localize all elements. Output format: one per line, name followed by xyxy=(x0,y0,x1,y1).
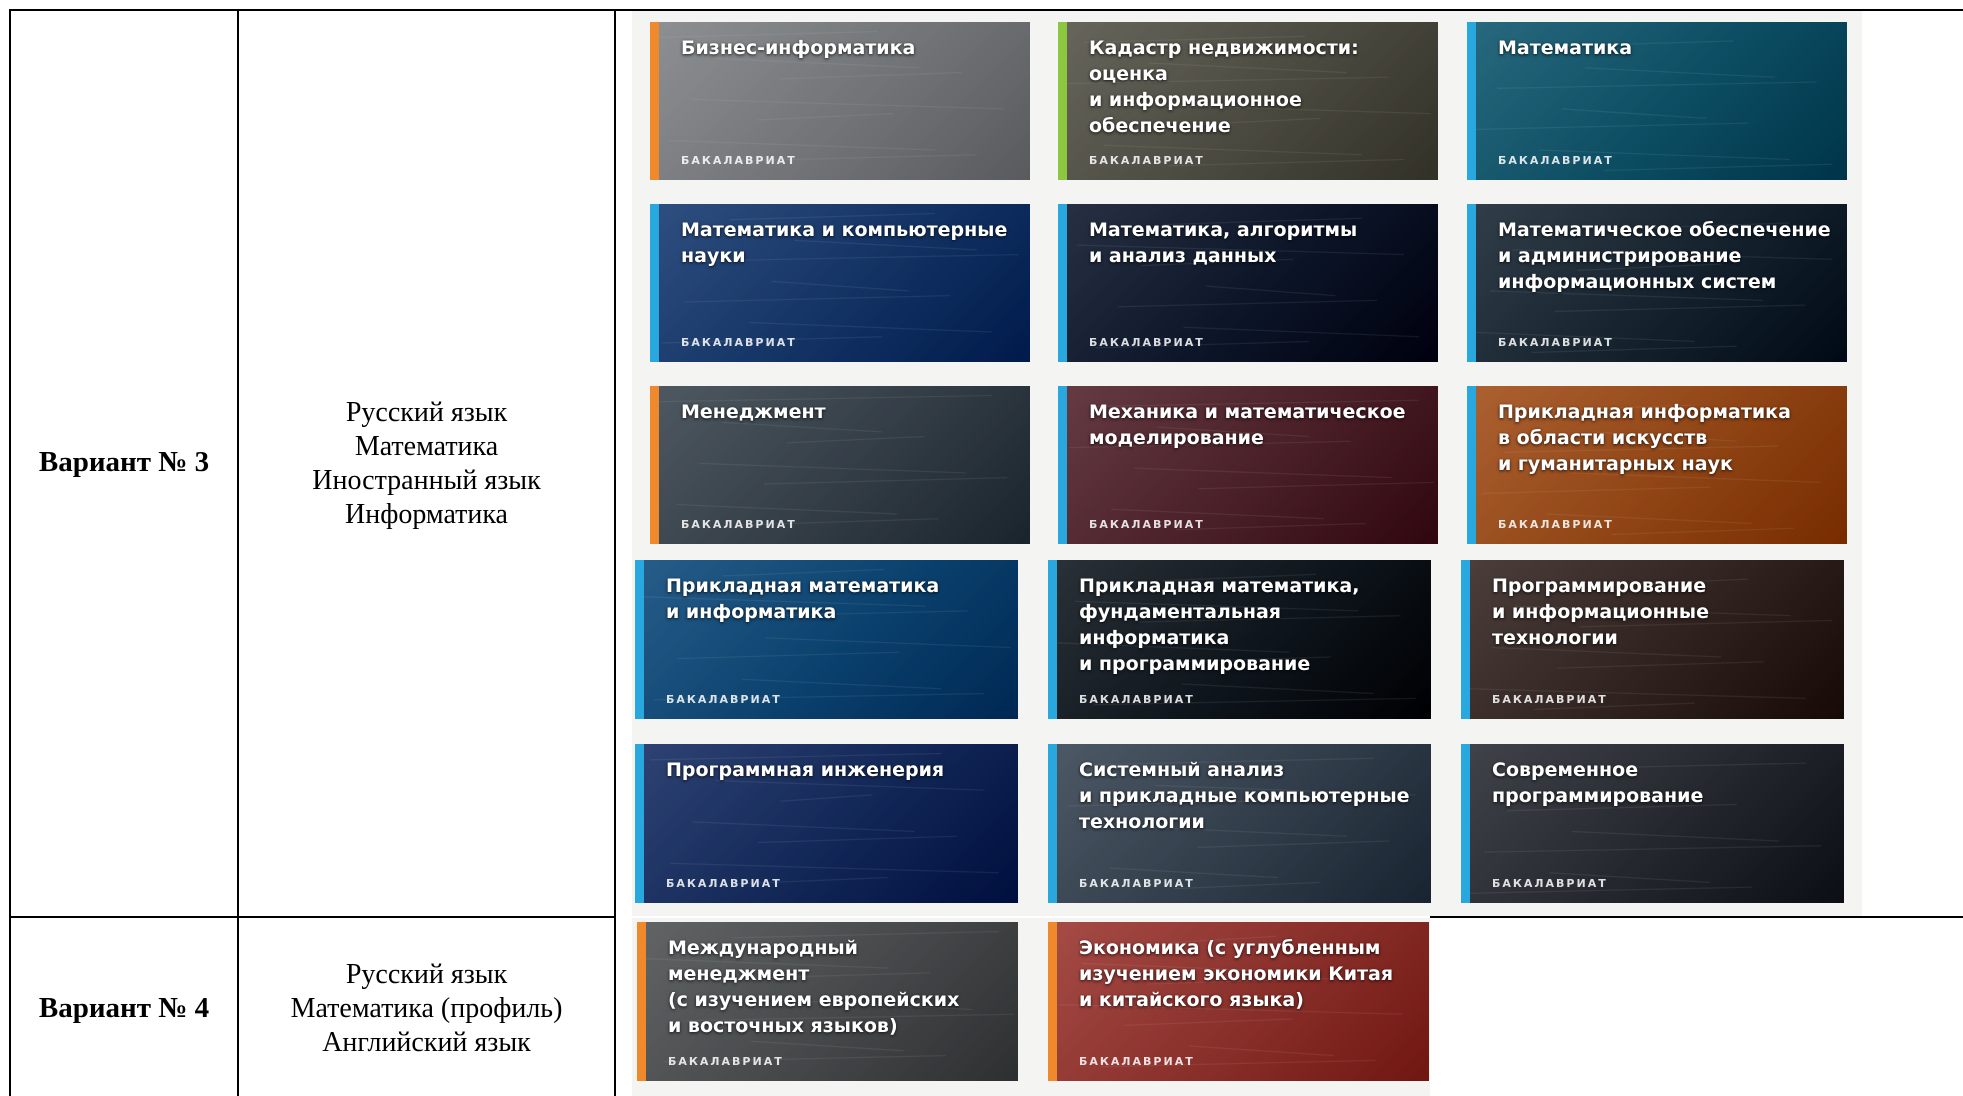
card-accent-stripe xyxy=(1048,560,1057,719)
card-degree-label: БАКАЛАВРИАТ xyxy=(666,693,782,706)
card-title: Математика, алгоритмы и анализ данных xyxy=(1089,219,1358,267)
program-card-programming-it[interactable]: Программирование и информационные технол… xyxy=(1461,560,1844,719)
card-title: Менеджмент xyxy=(681,401,826,423)
card-degree-label: БАКАЛАВРИАТ xyxy=(1492,877,1608,890)
card-accent-stripe xyxy=(1461,744,1470,903)
program-card-business-informatics[interactable]: Бизнес-информатика БАКАЛАВРИАТ xyxy=(650,22,1030,180)
card-accent-stripe xyxy=(1058,22,1067,180)
card-title: Математика xyxy=(1498,37,1633,59)
subject-item: Русский язык xyxy=(345,397,508,428)
variant-4-label: Вариант № 4 xyxy=(38,992,210,1024)
card-degree-label: БАКАЛАВРИАТ xyxy=(1089,518,1205,531)
card-title: Математика и компьютерные науки xyxy=(681,219,1008,267)
subject-item: Информатика xyxy=(345,499,508,530)
subject-item: Иностранный язык xyxy=(312,465,541,496)
subject-item: Математика (профиль) xyxy=(290,993,563,1024)
card-title: Кадастр недвижимости: оценка и информаци… xyxy=(1089,37,1359,137)
subject-item: Английский язык xyxy=(322,1027,531,1058)
program-card-management[interactable]: Менеджмент БАКАЛАВРИАТ xyxy=(650,386,1030,544)
card-title: Математическое обеспечение и администрир… xyxy=(1498,219,1831,293)
subject-item: Русский язык xyxy=(345,959,508,990)
card-degree-label: БАКАЛАВРИАТ xyxy=(1089,336,1205,349)
card-degree-label: БАКАЛАВРИАТ xyxy=(681,518,797,531)
card-degree-label: БАКАЛАВРИАТ xyxy=(1079,693,1195,706)
card-title: Международный менеджмент (с изучением ев… xyxy=(668,937,960,1037)
card-degree-label: БАКАЛАВРИАТ xyxy=(1498,336,1614,349)
row-divider-right xyxy=(1430,916,1963,918)
program-card-software-engineering[interactable]: Программная инженерия БАКАЛАВРИАТ xyxy=(635,744,1018,903)
card-accent-stripe xyxy=(1461,560,1470,719)
card-title: Бизнес-информатика xyxy=(681,37,916,59)
card-degree-label: БАКАЛАВРИАТ xyxy=(666,877,782,890)
program-card-mechanics[interactable]: Механика и математическое моделирование Б… xyxy=(1058,386,1438,544)
card-degree-label: БАКАЛАВРИАТ xyxy=(1079,877,1195,890)
card-degree-label: БАКАЛАВРИАТ xyxy=(1498,518,1614,531)
column-divider-2 xyxy=(614,9,616,1096)
card-accent-stripe xyxy=(650,204,659,362)
program-card-mathematics[interactable]: Математика БАКАЛАВРИАТ xyxy=(1467,22,1847,180)
variant-3-label: Вариант № 3 xyxy=(38,446,210,478)
card-degree-label: БАКАЛАВРИАТ xyxy=(1492,693,1608,706)
program-card-math-cs[interactable]: Математика и компьютерные науки БАКАЛАВРИ… xyxy=(650,204,1030,362)
program-card-international-management[interactable]: Международный менеджмент (с изучением ев… xyxy=(637,922,1018,1081)
card-title: Программирование и информационные технол… xyxy=(1492,575,1709,649)
row-divider xyxy=(9,916,616,918)
card-accent-stripe xyxy=(1058,204,1067,362)
card-title: Прикладная математика и информатика xyxy=(666,575,940,623)
card-degree-label: БАКАЛАВРИАТ xyxy=(681,154,797,167)
card-degree-label: БАКАЛАВРИАТ xyxy=(1089,154,1205,167)
subject-item: Математика xyxy=(354,431,499,462)
card-accent-stripe xyxy=(650,22,659,180)
card-accent-stripe xyxy=(637,922,646,1081)
card-degree-label: БАКАЛАВРИАТ xyxy=(681,336,797,349)
card-accent-stripe xyxy=(1467,204,1476,362)
card-title: Программная инженерия xyxy=(666,759,945,781)
card-title: Экономика (с углубленным изучением эконо… xyxy=(1079,937,1394,1011)
card-title: Прикладная математика, фундаментальная и… xyxy=(1079,575,1360,675)
card-accent-stripe xyxy=(635,744,644,903)
card-accent-stripe xyxy=(1467,22,1476,180)
program-card-system-analysis[interactable]: Системный анализ и прикладные компьютерн… xyxy=(1048,744,1431,903)
card-accent-stripe xyxy=(1048,922,1057,1081)
card-degree-label: БАКАЛАВРИАТ xyxy=(668,1055,784,1068)
program-card-economics-china[interactable]: Экономика (с углубленным изучением эконо… xyxy=(1048,922,1429,1081)
program-card-math-software-admin[interactable]: Математическое обеспечение и администрир… xyxy=(1467,204,1847,362)
card-accent-stripe xyxy=(635,560,644,719)
program-card-cadastre[interactable]: Кадастр недвижимости: оценка и информаци… xyxy=(1058,22,1438,180)
card-accent-stripe xyxy=(650,386,659,544)
card-degree-label: БАКАЛАВРИАТ xyxy=(1498,154,1614,167)
program-card-applied-math-informatics[interactable]: Прикладная математика и информатика БАКАЛ… xyxy=(635,560,1018,719)
table-border-left xyxy=(9,9,11,1096)
card-accent-stripe xyxy=(1048,744,1057,903)
variant-3-subjects: Русский язык Математика Иностранный язык… xyxy=(239,396,614,532)
column-divider-1 xyxy=(237,9,239,1096)
card-title: Механика и математическое моделирование xyxy=(1089,401,1406,449)
card-title: Современное программирование xyxy=(1492,759,1704,807)
card-title: Прикладная информатика в области искусст… xyxy=(1498,401,1791,475)
program-card-applied-math-fundamental[interactable]: Прикладная математика, фундаментальная и… xyxy=(1048,560,1431,719)
program-card-applied-informatics-arts[interactable]: Прикладная информатика в области искусст… xyxy=(1467,386,1847,544)
card-accent-stripe xyxy=(1058,386,1067,544)
card-degree-label: БАКАЛАВРИАТ xyxy=(1079,1055,1195,1068)
variant-4-subjects: Русский язык Математика (профиль) Англий… xyxy=(239,958,614,1060)
card-accent-stripe xyxy=(1467,386,1476,544)
program-card-math-algorithms[interactable]: Математика, алгоритмы и анализ данных БАК… xyxy=(1058,204,1438,362)
program-card-modern-programming[interactable]: Современное программирование БАКАЛАВРИАТ xyxy=(1461,744,1844,903)
card-title: Системный анализ и прикладные компьютерн… xyxy=(1079,759,1410,833)
